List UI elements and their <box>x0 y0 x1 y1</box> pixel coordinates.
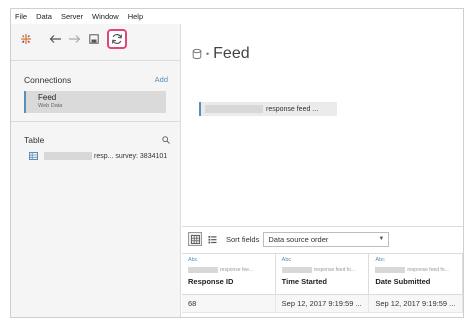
datasource-name[interactable]: Feed <box>213 45 249 63</box>
connection-name: Feed <box>38 93 57 102</box>
chevron-down-icon: ▼ <box>378 236 385 242</box>
list-icon <box>208 235 216 243</box>
redacted-text <box>375 267 406 273</box>
grid-toolbar: Sort fields Data source order ▼ <box>182 226 463 251</box>
back-arrow-icon[interactable] <box>46 30 64 48</box>
table-cell[interactable]: 68 <box>182 295 276 312</box>
table-header: Table <box>24 135 170 145</box>
refresh-icon <box>111 33 123 45</box>
forward-arrow-icon[interactable] <box>65 30 83 48</box>
connections-header: Connections Add <box>24 75 168 85</box>
database-icon <box>192 48 202 60</box>
tableau-logo-icon[interactable] <box>17 30 35 48</box>
string-type-icon[interactable]: Abc <box>375 257 462 263</box>
menu-server[interactable]: Server <box>61 12 83 21</box>
search-icon[interactable] <box>162 136 170 144</box>
column-header-time-started[interactable]: Abc response feed fo... Time Started <box>276 254 370 294</box>
table-icon <box>29 152 38 160</box>
column-name: Time Started <box>281 277 327 286</box>
menu-data[interactable]: Data <box>36 12 52 21</box>
connections-title: Connections <box>24 75 72 85</box>
column-source: response fee... <box>188 266 275 274</box>
redacted-text <box>188 267 218 273</box>
string-type-icon[interactable]: Abc <box>282 257 369 263</box>
sort-fields-value: Data source order <box>268 234 329 244</box>
main-pane: • Feed response feed ... Sort fields Dat… <box>182 24 463 317</box>
datasource-title: • Feed <box>192 45 250 63</box>
menu-file[interactable]: File <box>15 12 27 21</box>
column-source: response feed fo... <box>375 266 462 274</box>
table-name: resp... survey: 3834101 <box>94 152 168 160</box>
column-name: Date Submitted <box>375 277 431 286</box>
save-icon[interactable] <box>85 30 103 48</box>
grid-view-button[interactable] <box>188 232 202 246</box>
canvas-table-label: response feed ... <box>266 105 319 113</box>
left-pane: Connections Add Feed Web Data Table resp… <box>11 24 181 317</box>
column-header-date-submitted[interactable]: Abc response feed fo... Date Submitted <box>369 254 463 294</box>
sort-fields-label: Sort fields <box>226 234 260 244</box>
sort-fields-dropdown[interactable]: Data source order ▼ <box>263 231 390 247</box>
menu-window[interactable]: Window <box>92 12 119 21</box>
redacted-text <box>281 267 312 273</box>
toolbar <box>11 24 180 54</box>
column-name: Response ID <box>188 277 234 286</box>
datasource-menu-icon[interactable]: • <box>206 49 209 59</box>
string-type-icon[interactable]: Abc <box>188 257 275 263</box>
column-header-response-id[interactable]: Abc response fee... Response ID <box>182 254 276 294</box>
grid-header-row: Abc response fee... Response ID Abc resp… <box>182 253 463 295</box>
connection-type: Web Data <box>38 103 63 109</box>
table-cell[interactable]: Sep 12, 2017 9:19:59 ... <box>276 295 370 312</box>
grid-icon <box>190 234 200 244</box>
app-window: File Data Server Window Help Connections… <box>10 8 464 318</box>
redacted-text <box>44 152 92 160</box>
canvas-table-pill[interactable]: response feed ... <box>199 102 337 116</box>
redacted-text <box>205 105 263 113</box>
table-list-item[interactable]: resp... survey: 3834101 <box>29 150 179 162</box>
column-source-label: response feed fo... <box>313 267 356 273</box>
data-grid: Abc response fee... Response ID Abc resp… <box>182 253 463 313</box>
column-source-label: response feed fo... <box>407 267 449 273</box>
add-connection-link[interactable]: Add <box>155 75 168 85</box>
list-view-button[interactable] <box>205 232 219 246</box>
table-title: Table <box>24 135 45 145</box>
connection-item-feed[interactable]: Feed Web Data <box>24 91 166 113</box>
column-source: response feed fo... <box>281 266 369 274</box>
table-row: 68 Sep 12, 2017 9:19:59 ... Sep 12, 2017… <box>182 295 463 313</box>
column-source-label: response fee... <box>220 267 254 273</box>
divider <box>11 121 180 122</box>
table-cell[interactable]: Sep 12, 2017 9:19:59 ... <box>369 295 463 312</box>
refresh-button[interactable] <box>107 29 127 49</box>
divider <box>11 60 180 61</box>
menu-bar: File Data Server Window Help <box>11 9 463 24</box>
menu-help[interactable]: Help <box>128 12 143 21</box>
